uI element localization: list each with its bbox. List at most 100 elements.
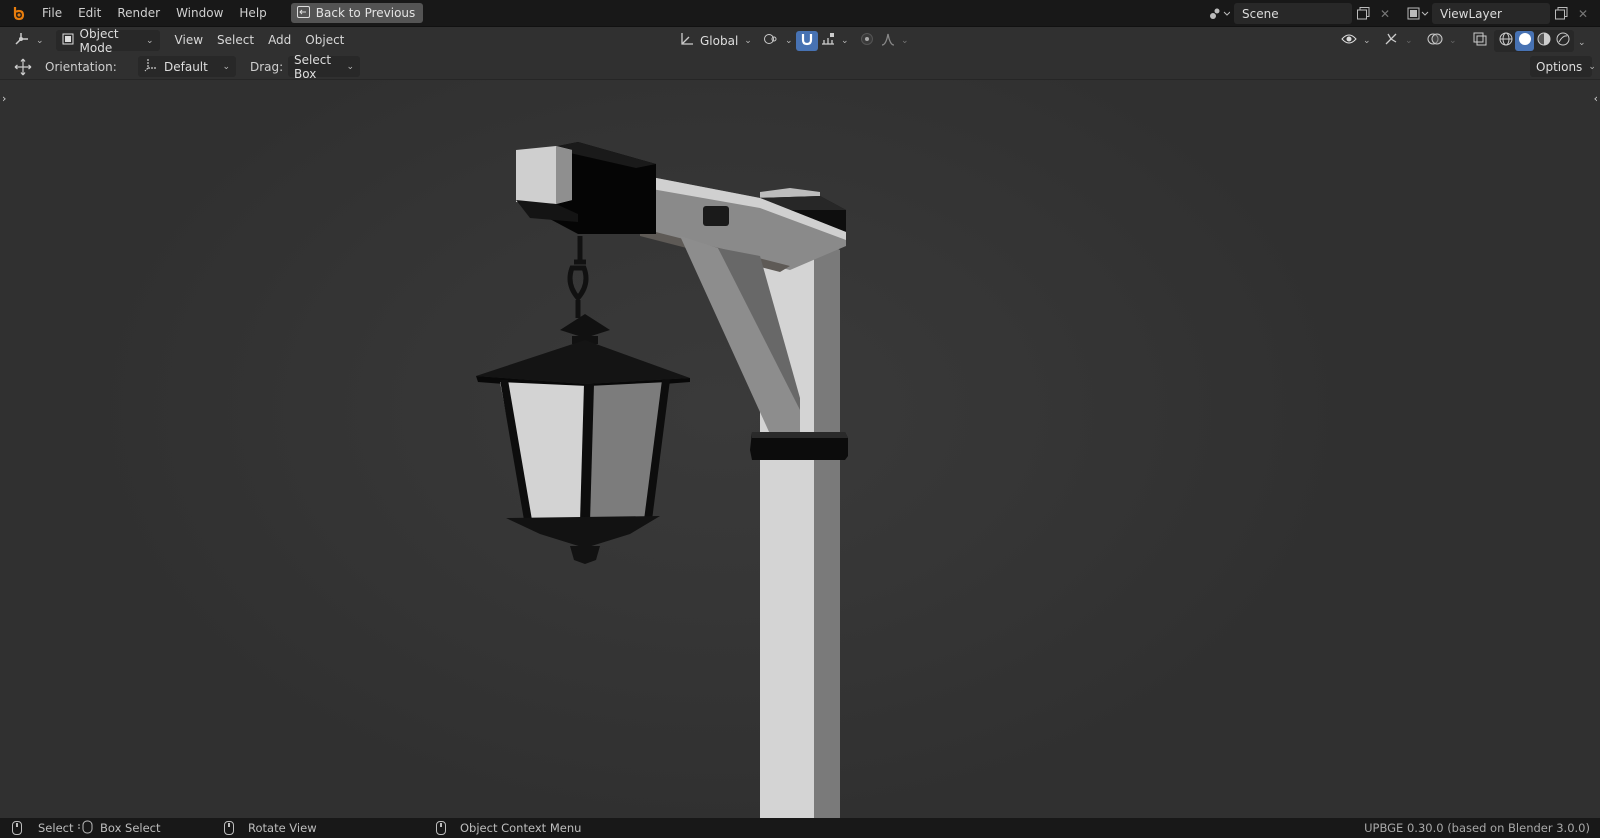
chevron-down-icon: ⌄ bbox=[346, 61, 354, 72]
orientation-value: Default bbox=[164, 59, 208, 74]
editor-type-selector[interactable]: ⌄ bbox=[10, 30, 48, 51]
status-box-select: Box Select bbox=[78, 820, 161, 837]
sidebar-expand-arrow-icon[interactable]: ‹ bbox=[1594, 92, 1598, 105]
snap-increment-icon bbox=[821, 32, 835, 49]
chevron-down-icon: ⌄ bbox=[1449, 35, 1457, 46]
new-scene-icon[interactable] bbox=[1352, 3, 1374, 24]
back-button-label: Back to Previous bbox=[315, 6, 416, 20]
header-menu-select[interactable]: Select bbox=[210, 27, 261, 54]
chevron-down-icon: ⌄ bbox=[841, 35, 849, 46]
falloff-curve-icon bbox=[881, 32, 895, 49]
back-icon bbox=[296, 5, 310, 21]
transform-orientation-label: Global bbox=[700, 33, 739, 48]
chevron-down-icon: ⌄ bbox=[901, 35, 909, 46]
upbge-logo-icon[interactable] bbox=[10, 4, 28, 22]
status-context-menu: Object Context Menu bbox=[436, 821, 581, 835]
options-dropdown[interactable]: Options ⌄ bbox=[1530, 56, 1596, 77]
overlays-icon bbox=[1427, 31, 1443, 50]
header-menu-add[interactable]: Add bbox=[261, 27, 298, 54]
mouse-middle-icon bbox=[224, 821, 234, 835]
mouse-left-icon bbox=[12, 821, 22, 835]
move-tool-icon[interactable] bbox=[14, 58, 36, 76]
object-mode-dropdown[interactable]: Object Mode ⌄ bbox=[55, 27, 160, 55]
editor-type-icon bbox=[14, 32, 30, 49]
material-preview-button[interactable] bbox=[1534, 31, 1553, 51]
scene-selector: Scene ✕ bbox=[1204, 3, 1396, 24]
mouse-right-icon bbox=[436, 821, 446, 835]
back-to-previous-button[interactable]: Back to Previous bbox=[290, 3, 424, 23]
orientation-label: Orientation: bbox=[45, 59, 117, 74]
menu-file[interactable]: File bbox=[34, 0, 70, 27]
drag-value: Select Box bbox=[294, 52, 332, 81]
options-label: Options bbox=[1536, 59, 1583, 74]
3d-viewport[interactable]: › ‹ bbox=[0, 80, 1600, 818]
chevron-down-icon: ⌄ bbox=[785, 35, 793, 46]
new-viewlayer-icon[interactable] bbox=[1550, 3, 1572, 24]
status-context-menu-label: Object Context Menu bbox=[460, 821, 582, 835]
transform-orientation-dropdown[interactable]: Global ⌄ bbox=[674, 30, 754, 51]
chevron-down-icon: ⌄ bbox=[744, 35, 752, 46]
xray-toggle[interactable] bbox=[1470, 31, 1490, 51]
proportional-edit-icon bbox=[860, 32, 874, 49]
top-menubar: File Edit Render Window Help Back to Pre… bbox=[0, 0, 1600, 27]
gizmo-dropdown[interactable]: ⌄ bbox=[1380, 30, 1414, 51]
drag-label: Drag: bbox=[250, 59, 284, 74]
chevron-down-icon: ⌄ bbox=[1588, 61, 1596, 72]
shading-options-chevron-icon[interactable]: ⌄ bbox=[1578, 34, 1586, 48]
scene-name-field[interactable]: Scene bbox=[1234, 3, 1352, 24]
viewlayer-browse-icon[interactable] bbox=[1404, 3, 1432, 24]
header-menu-view[interactable]: View bbox=[168, 27, 210, 54]
gizmo-icon bbox=[1383, 31, 1399, 50]
status-rotate-view: Rotate View bbox=[224, 821, 317, 835]
status-select-label: Select bbox=[38, 821, 74, 835]
pivot-point-dropdown[interactable]: ⌄ bbox=[760, 30, 793, 51]
toolbar-expand-arrow-icon[interactable]: › bbox=[2, 92, 6, 105]
delete-viewlayer-icon[interactable]: ✕ bbox=[1572, 3, 1594, 24]
chevron-down-icon: ⌄ bbox=[222, 61, 230, 72]
object-mode-icon bbox=[62, 33, 74, 48]
tool-settings-bar: Orientation: Default ⌄ Drag: Select Box … bbox=[0, 53, 1600, 81]
status-select: Select bbox=[12, 821, 73, 835]
menu-help[interactable]: Help bbox=[231, 0, 274, 27]
wireframe-shading-button[interactable] bbox=[1496, 31, 1515, 51]
overlays-dropdown[interactable]: ⌄ bbox=[1424, 30, 1458, 51]
status-box-select-label: Box Select bbox=[100, 821, 161, 835]
orientation-axes-icon bbox=[144, 58, 158, 75]
chevron-down-icon: ⌄ bbox=[1405, 35, 1413, 46]
street-lamp-model[interactable] bbox=[476, 142, 848, 818]
header-menu-object[interactable]: Object bbox=[298, 27, 351, 54]
orientation-axes-icon bbox=[680, 32, 694, 49]
viewport-scene bbox=[476, 142, 848, 818]
falloff-dropdown[interactable]: ⌄ bbox=[878, 30, 909, 51]
delete-scene-icon[interactable]: ✕ bbox=[1374, 3, 1396, 24]
viewport-header: ⌄ Object Mode ⌄ View Select Add Object G… bbox=[0, 27, 1600, 55]
chevron-down-icon: ⌄ bbox=[1363, 35, 1371, 46]
snap-target-dropdown[interactable]: ⌄ bbox=[818, 30, 849, 51]
menu-render[interactable]: Render bbox=[109, 0, 168, 27]
visibility-dropdown[interactable]: ⌄ bbox=[1338, 30, 1371, 51]
xray-icon bbox=[1473, 32, 1487, 49]
orientation-dropdown[interactable]: Default ⌄ bbox=[138, 56, 236, 77]
shading-mode-group bbox=[1494, 29, 1574, 52]
chevron-down-icon: ⌄ bbox=[146, 35, 154, 46]
scene-browse-icon[interactable] bbox=[1204, 3, 1234, 24]
snap-toggle[interactable] bbox=[796, 30, 818, 51]
version-info: UPBGE 0.30.0 (based on Blender 3.0.0) bbox=[1364, 821, 1590, 835]
magnet-icon bbox=[800, 32, 814, 49]
status-rotate-view-label: Rotate View bbox=[248, 821, 317, 835]
chevron-down-icon: ⌄ bbox=[36, 35, 44, 46]
object-mode-label: Object Mode bbox=[79, 26, 119, 55]
rendered-sphere-icon bbox=[1556, 32, 1570, 49]
menu-edit[interactable]: Edit bbox=[70, 0, 109, 27]
solid-shading-button[interactable] bbox=[1515, 30, 1534, 51]
drag-dropdown[interactable]: Select Box ⌄ bbox=[288, 53, 360, 81]
eye-icon bbox=[1341, 33, 1357, 48]
wireframe-sphere-icon bbox=[1499, 32, 1513, 49]
material-sphere-icon bbox=[1537, 32, 1551, 49]
rendered-shading-button[interactable] bbox=[1553, 31, 1572, 51]
menu-window[interactable]: Window bbox=[168, 0, 231, 27]
status-bar: Select Box Select Rotate View Object Con… bbox=[0, 818, 1600, 838]
mouse-drag-icon bbox=[78, 820, 94, 837]
proportional-editing-toggle[interactable] bbox=[856, 31, 878, 51]
viewlayer-name-field[interactable]: ViewLayer bbox=[1432, 3, 1550, 24]
